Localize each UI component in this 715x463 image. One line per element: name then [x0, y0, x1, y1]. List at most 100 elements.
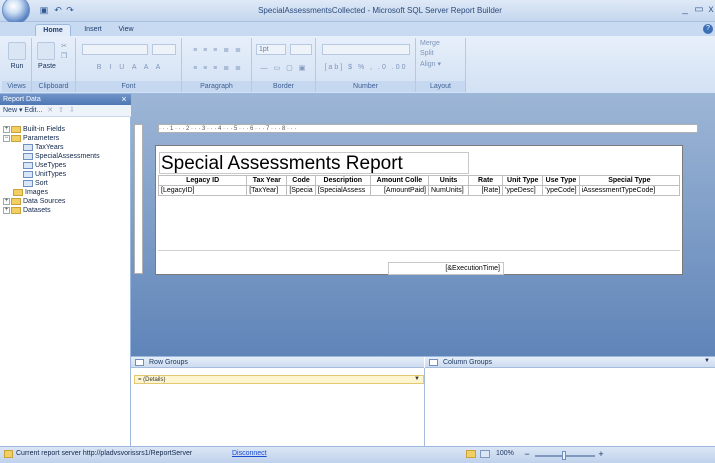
collapse-icon[interactable]: − [3, 134, 10, 142]
paragraph-align-icons[interactable]: ≡ ≡ ≡ ≣ ≣ [188, 46, 248, 54]
cut-icon[interactable]: ✂ [59, 42, 69, 50]
report-data-tree: + Built-in Fields − Parameters TaxYears Speci… [3, 125, 129, 215]
font-group: B I U A A A Font [76, 38, 182, 92]
details-dropdown-icon[interactable]: ▼ [414, 376, 422, 382]
detail-cell[interactable]: [AmountPaid] [369, 185, 430, 196]
detail-cell[interactable]: NumUnits] [427, 185, 470, 196]
row-groups-icon [135, 359, 144, 366]
number-format-dropdown[interactable] [322, 44, 410, 55]
tree-item[interactable]: UnitTypes [3, 170, 129, 179]
number-format-icons[interactable]: [ab] $ % , .0 .00 [322, 64, 410, 71]
tree-item-label: Parameters [23, 135, 60, 142]
detail-cell[interactable]: [Rate] [468, 185, 504, 196]
zoom-slider-thumb[interactable] [562, 451, 566, 460]
tree-item[interactable]: UseTypes [3, 161, 129, 170]
detail-cell[interactable]: 'ypeCode] [542, 185, 580, 196]
merge-button[interactable]: Merge [420, 40, 464, 47]
report-tablix[interactable]: Legacy ID Tax Year Code Description Amount C… [157, 175, 681, 196]
column-header-cell[interactable]: Units [427, 175, 470, 186]
parameter-icon [23, 143, 33, 151]
horizontal-ruler: · · · 1 · · · 2 · · · 3 · · · 4 · · · 5 … [158, 124, 698, 133]
parameter-icon [23, 152, 33, 160]
tree-item[interactable]: TaxYears [3, 143, 129, 152]
column-header-cell[interactable]: Description [314, 175, 371, 186]
view-mode-icon[interactable] [466, 450, 476, 458]
move-down-icon[interactable]: ⇩ [69, 107, 75, 114]
column-header-cell[interactable]: Tax Year [246, 175, 288, 186]
column-header-cell[interactable]: Rate [468, 175, 504, 186]
border-width-dropdown[interactable]: 1pt [256, 44, 286, 55]
column-header-cell[interactable]: Amount Colle [369, 175, 430, 186]
folder-icon [11, 197, 21, 205]
tree-item[interactable]: + Data Sources [3, 197, 129, 206]
move-up-icon[interactable]: ⇧ [58, 107, 64, 114]
expand-icon[interactable]: + [3, 206, 10, 214]
detail-cell[interactable]: [LegacyID] [157, 185, 248, 196]
font-format-icons[interactable]: B I U A A A [84, 64, 176, 71]
column-header-cell[interactable]: Use Type [542, 175, 580, 186]
font-group-label: Font [76, 81, 181, 92]
border-group: 1pt — ▭ ▢ ▣ Border [252, 38, 316, 92]
tree-item[interactable]: + Datasets [3, 206, 129, 215]
split-button[interactable]: Split [420, 50, 464, 57]
tree-item[interactable]: + Built-in Fields [3, 125, 129, 134]
paste-icon[interactable] [37, 42, 55, 60]
run-button-label[interactable]: Run [5, 63, 29, 70]
chevron-down-icon[interactable]: ▼ [704, 358, 712, 364]
expand-icon[interactable]: + [3, 125, 10, 133]
parameter-icon [23, 170, 33, 178]
details-group-row[interactable]: = (Details) [134, 375, 424, 384]
tree-item[interactable]: − Parameters [3, 134, 129, 143]
detail-cell[interactable]: 'ypeDesc] [502, 185, 544, 196]
help-icon[interactable]: ? [703, 24, 713, 34]
column-header-cell[interactable]: Legacy ID [157, 175, 248, 186]
tree-item[interactable]: Sort [3, 179, 129, 188]
tree-item[interactable]: Images [3, 188, 129, 197]
save-icon[interactable]: ▣ [38, 5, 50, 16]
minimize-button[interactable]: _ [678, 4, 692, 16]
border-style-icons[interactable]: — ▭ ▢ ▣ [256, 64, 312, 72]
body-footer-divider [158, 250, 680, 251]
detail-cell[interactable]: [SpecialAssess [314, 185, 371, 196]
border-color-dropdown[interactable] [290, 44, 312, 55]
parameter-icon [23, 161, 33, 169]
tree-item-label: Images [25, 189, 48, 196]
report-title-textbox[interactable]: Special Assessments Report [159, 152, 469, 174]
number-group-label: Number [316, 81, 415, 92]
views-group-label: Views [2, 81, 31, 92]
align-button[interactable]: Align ▾ [420, 60, 464, 68]
expand-icon[interactable]: + [3, 197, 10, 205]
detail-cell[interactable]: [TaxYear] [246, 185, 288, 196]
clipboard-group-label: Clipboard [32, 81, 75, 92]
execution-time-textbox[interactable]: [&ExecutionTime] [388, 262, 504, 275]
tree-item-label: Data Sources [23, 198, 66, 205]
column-header-cell[interactable]: Code [286, 175, 316, 186]
column-header-cell[interactable]: Unit Type [502, 175, 544, 186]
disconnect-link[interactable]: Disconnect [232, 446, 282, 462]
page-view-icon[interactable] [480, 450, 490, 458]
tree-item[interactable]: SpecialAssessments [3, 152, 129, 161]
redo-icon[interactable]: ↷ [64, 5, 76, 16]
folder-icon [13, 188, 23, 196]
font-size-dropdown[interactable] [152, 44, 176, 55]
detail-cell[interactable]: iAssessmentTypeCode] [578, 185, 681, 196]
delete-icon[interactable]: ✕ [47, 107, 53, 114]
zoom-in-button[interactable]: + [596, 446, 606, 462]
close-button[interactable]: x [704, 4, 715, 16]
new-edit-menu[interactable]: New ▾ Edit... [3, 107, 42, 114]
report-data-toolbar[interactable]: New ▾ Edit... ✕ ⇧ ⇩ [0, 105, 131, 117]
zoom-out-button[interactable]: − [522, 446, 532, 462]
paste-button-label[interactable]: Paste [34, 63, 60, 70]
tree-item-label: Sort [35, 180, 48, 187]
column-groups-icon [429, 359, 438, 366]
run-icon[interactable] [8, 42, 26, 60]
detail-cell[interactable]: [Specia [286, 185, 316, 196]
undo-icon[interactable]: ↶ [52, 5, 64, 16]
zoom-level: 100% [496, 450, 514, 457]
column-header-cell[interactable]: Special Type [578, 175, 681, 186]
tree-item-label: TaxYears [35, 144, 64, 151]
copy-icon[interactable]: ❐ [59, 52, 69, 60]
close-icon[interactable]: × [119, 94, 129, 105]
font-name-dropdown[interactable] [82, 44, 148, 55]
paragraph-list-icons[interactable]: ≡ ≡ ≡ ≣ ≣ [188, 64, 248, 72]
